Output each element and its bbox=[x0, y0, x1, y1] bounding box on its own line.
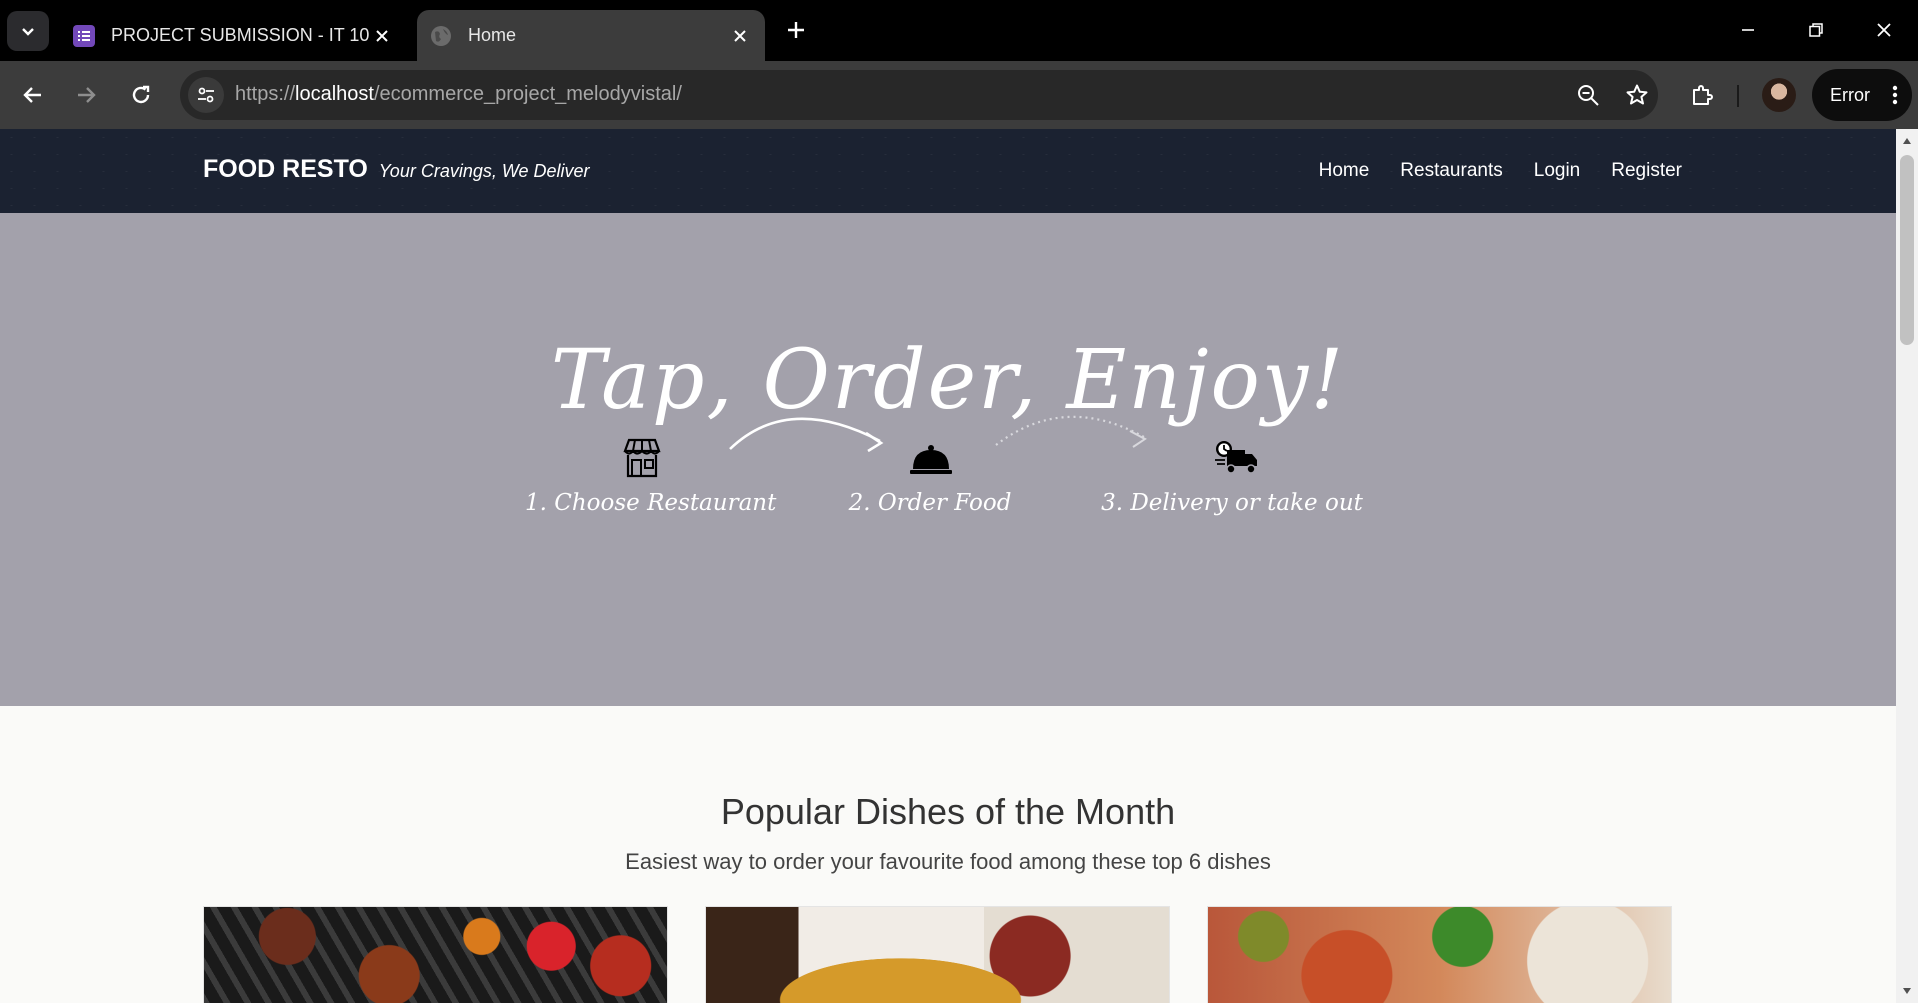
tab-project-submission[interactable]: PROJECT SUBMISSION - IT 107 bbox=[60, 10, 407, 61]
dish-card-image[interactable] bbox=[203, 906, 668, 1003]
nav-link-home[interactable]: Home bbox=[1319, 160, 1370, 182]
arrow-dotted-icon bbox=[995, 415, 1147, 448]
scroll-thumb[interactable] bbox=[1900, 155, 1914, 345]
more-vert-icon bbox=[1892, 85, 1898, 105]
delivery-truck-icon bbox=[1215, 438, 1259, 478]
step-order-food: 2. Order Food bbox=[848, 490, 1012, 516]
brand-logo[interactable]: FOOD RESTO Your Cravings, We Deliver bbox=[203, 155, 590, 184]
back-button[interactable] bbox=[13, 75, 53, 115]
browser-toolbar: https://localhost/ecommerce_project_melo… bbox=[0, 61, 1918, 129]
avatar[interactable] bbox=[1762, 78, 1796, 112]
step-delivery-takeout: 3. Delivery or take out bbox=[1101, 490, 1363, 516]
page-viewport: FOOD RESTO Your Cravings, We Deliver Hom… bbox=[0, 129, 1896, 1003]
forward-button[interactable] bbox=[66, 75, 106, 115]
store-icon bbox=[620, 436, 664, 480]
extensions-button[interactable] bbox=[1682, 75, 1722, 115]
google-forms-icon bbox=[73, 24, 95, 47]
site-navbar: FOOD RESTO Your Cravings, We Deliver Hom… bbox=[0, 129, 1896, 213]
minimize-icon bbox=[1742, 29, 1754, 31]
arrow-right-icon bbox=[78, 87, 96, 103]
reload-button[interactable] bbox=[121, 75, 161, 115]
site-info-button[interactable] bbox=[188, 77, 224, 113]
tab-title: Home bbox=[468, 25, 517, 45]
address-bar[interactable]: https://localhost/ecommerce_project_melo… bbox=[180, 70, 1658, 120]
scroll-up-icon[interactable] bbox=[1901, 135, 1913, 147]
chevron-down-icon bbox=[22, 28, 34, 36]
nav-link-login[interactable]: Login bbox=[1534, 160, 1581, 182]
toolbar-divider bbox=[1737, 85, 1739, 107]
arrow-curved-icon bbox=[729, 417, 884, 453]
brand-tagline: Your Cravings, We Deliver bbox=[378, 161, 590, 181]
zoom-button[interactable] bbox=[1573, 80, 1603, 110]
browser-tabstrip: PROJECT SUBMISSION - IT 107 Home bbox=[0, 0, 1918, 61]
step-choose-restaurant: 1. Choose Restaurant bbox=[525, 490, 777, 516]
restore-button[interactable] bbox=[1794, 10, 1838, 50]
tab-search-button[interactable] bbox=[7, 11, 49, 51]
zoom-out-icon bbox=[1578, 85, 1599, 106]
hero-section: Tap, Order, Enjoy! 1. Choose Restaurant … bbox=[0, 213, 1896, 706]
nav-link-restaurants[interactable]: Restaurants bbox=[1400, 160, 1502, 182]
close-icon[interactable] bbox=[727, 23, 753, 49]
page-scrollbar[interactable] bbox=[1896, 129, 1918, 1003]
section-heading: Popular Dishes of the Month bbox=[720, 791, 1176, 832]
star-icon bbox=[1626, 84, 1648, 105]
hero-title: Tap, Order, Enjoy! bbox=[550, 333, 1346, 428]
brand-name: FOOD RESTO bbox=[203, 155, 368, 183]
arrow-left-icon bbox=[23, 87, 41, 103]
scroll-down-icon[interactable] bbox=[1901, 985, 1913, 997]
plus-icon bbox=[788, 22, 804, 38]
close-window-button[interactable] bbox=[1862, 10, 1906, 50]
close-icon[interactable] bbox=[369, 23, 395, 49]
dish-card-image[interactable] bbox=[705, 906, 1170, 1003]
url-text: https://localhost/ecommerce_project_melo… bbox=[235, 83, 682, 105]
new-tab-button[interactable] bbox=[780, 14, 812, 46]
tab-home[interactable]: Home bbox=[417, 10, 765, 61]
puzzle-icon bbox=[1693, 85, 1713, 105]
restore-icon bbox=[1809, 23, 1823, 37]
reload-icon bbox=[132, 85, 150, 104]
profile-error-button[interactable]: Error bbox=[1812, 69, 1912, 121]
popular-dishes-section: Popular Dishes of the Month Easiest way … bbox=[0, 706, 1896, 1003]
tune-icon bbox=[198, 87, 214, 103]
section-subheading: Easiest way to order your favourite food… bbox=[625, 849, 1271, 874]
food-cloche-icon bbox=[909, 442, 953, 478]
tab-title: PROJECT SUBMISSION - IT 107 bbox=[111, 25, 369, 45]
dish-card-image[interactable] bbox=[1207, 906, 1672, 1003]
nav-links: Home Restaurants Login Register bbox=[1319, 160, 1682, 182]
minimize-button[interactable] bbox=[1726, 10, 1770, 50]
close-icon bbox=[1877, 23, 1891, 37]
globe-icon bbox=[430, 25, 452, 47]
profile-status-label: Error bbox=[1830, 84, 1870, 105]
bookmark-button[interactable] bbox=[1622, 80, 1652, 110]
nav-link-register[interactable]: Register bbox=[1611, 160, 1682, 182]
